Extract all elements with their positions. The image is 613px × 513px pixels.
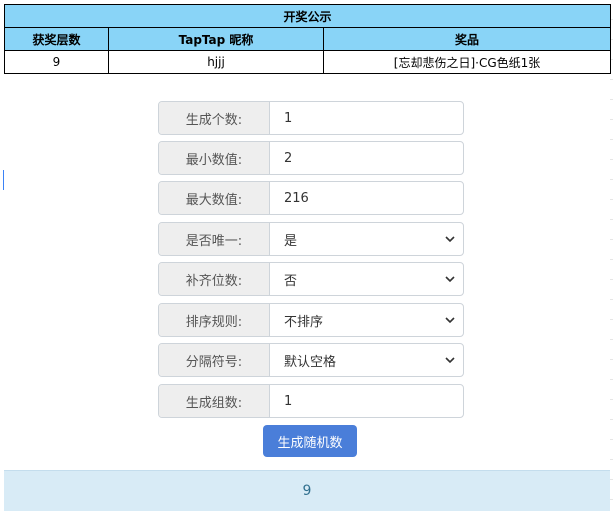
- sort-select-value: 不排序: [284, 314, 324, 330]
- min-input[interactable]: 2: [270, 142, 463, 174]
- min-row: 最小数值: 2: [158, 141, 464, 175]
- generate-button[interactable]: 生成随机数: [263, 425, 357, 457]
- cell-nickname: hjjj: [108, 50, 324, 74]
- table-title: 开奖公示: [3, 4, 612, 28]
- count-row: 生成个数: 1: [158, 101, 464, 135]
- chevron-down-icon: [445, 276, 455, 283]
- unique-label: 是否唯一:: [159, 223, 270, 255]
- count-label: 生成个数:: [159, 102, 270, 134]
- separator-select[interactable]: 默认空格: [270, 344, 463, 376]
- sort-select[interactable]: 不排序: [270, 304, 463, 336]
- cell-floor: 9: [4, 50, 109, 74]
- result-display: 9: [4, 470, 610, 511]
- unique-row: 是否唯一: 是: [158, 222, 464, 256]
- column-header-floor: 获奖层数: [4, 27, 109, 51]
- prize-table: 开奖公示 获奖层数 TapTap 昵称 奖品 9 hjjj [忘却悲伤之日]·C…: [3, 4, 612, 74]
- pad-label: 补齐位数:: [159, 263, 270, 295]
- unique-select-value: 是: [284, 233, 298, 249]
- cell-prize: [忘却悲伤之日]·CG色纸1张: [322, 50, 612, 74]
- separator-select-value: 默认空格: [284, 354, 337, 370]
- max-label: 最大数值:: [159, 182, 270, 214]
- chevron-down-icon: [445, 357, 455, 364]
- separator-row: 分隔符号: 默认空格: [158, 343, 464, 377]
- unique-select[interactable]: 是: [270, 223, 463, 255]
- count-input[interactable]: 1: [270, 102, 463, 134]
- min-label: 最小数值:: [159, 142, 270, 174]
- sort-label: 排序规则:: [159, 304, 270, 336]
- chevron-down-icon: [445, 317, 455, 324]
- column-header-nickname: TapTap 昵称: [108, 27, 324, 51]
- random-generator-panel: 生成个数: 1 最小数值: 2 最大数值: 216 是否唯一: 是 补齐位数: …: [4, 74, 610, 470]
- sort-row: 排序规则: 不排序: [158, 303, 464, 337]
- pad-select[interactable]: 否: [270, 263, 463, 295]
- groups-row: 生成组数: 1: [158, 384, 464, 418]
- table-row: 9 hjjj [忘却悲伤之日]·CG色纸1张: [4, 50, 612, 74]
- max-row: 最大数值: 216: [158, 181, 464, 215]
- page: 开奖公示 获奖层数 TapTap 昵称 奖品 9 hjjj [忘却悲伤之日]·C…: [0, 0, 613, 513]
- chevron-down-icon: [445, 236, 455, 243]
- column-header-prize: 奖品: [322, 27, 612, 51]
- groups-input[interactable]: 1: [270, 385, 463, 417]
- pad-select-value: 否: [284, 273, 298, 289]
- separator-label: 分隔符号:: [159, 344, 270, 376]
- max-input[interactable]: 216: [270, 182, 463, 214]
- groups-label: 生成组数:: [159, 385, 270, 417]
- pad-row: 补齐位数: 否: [158, 262, 464, 296]
